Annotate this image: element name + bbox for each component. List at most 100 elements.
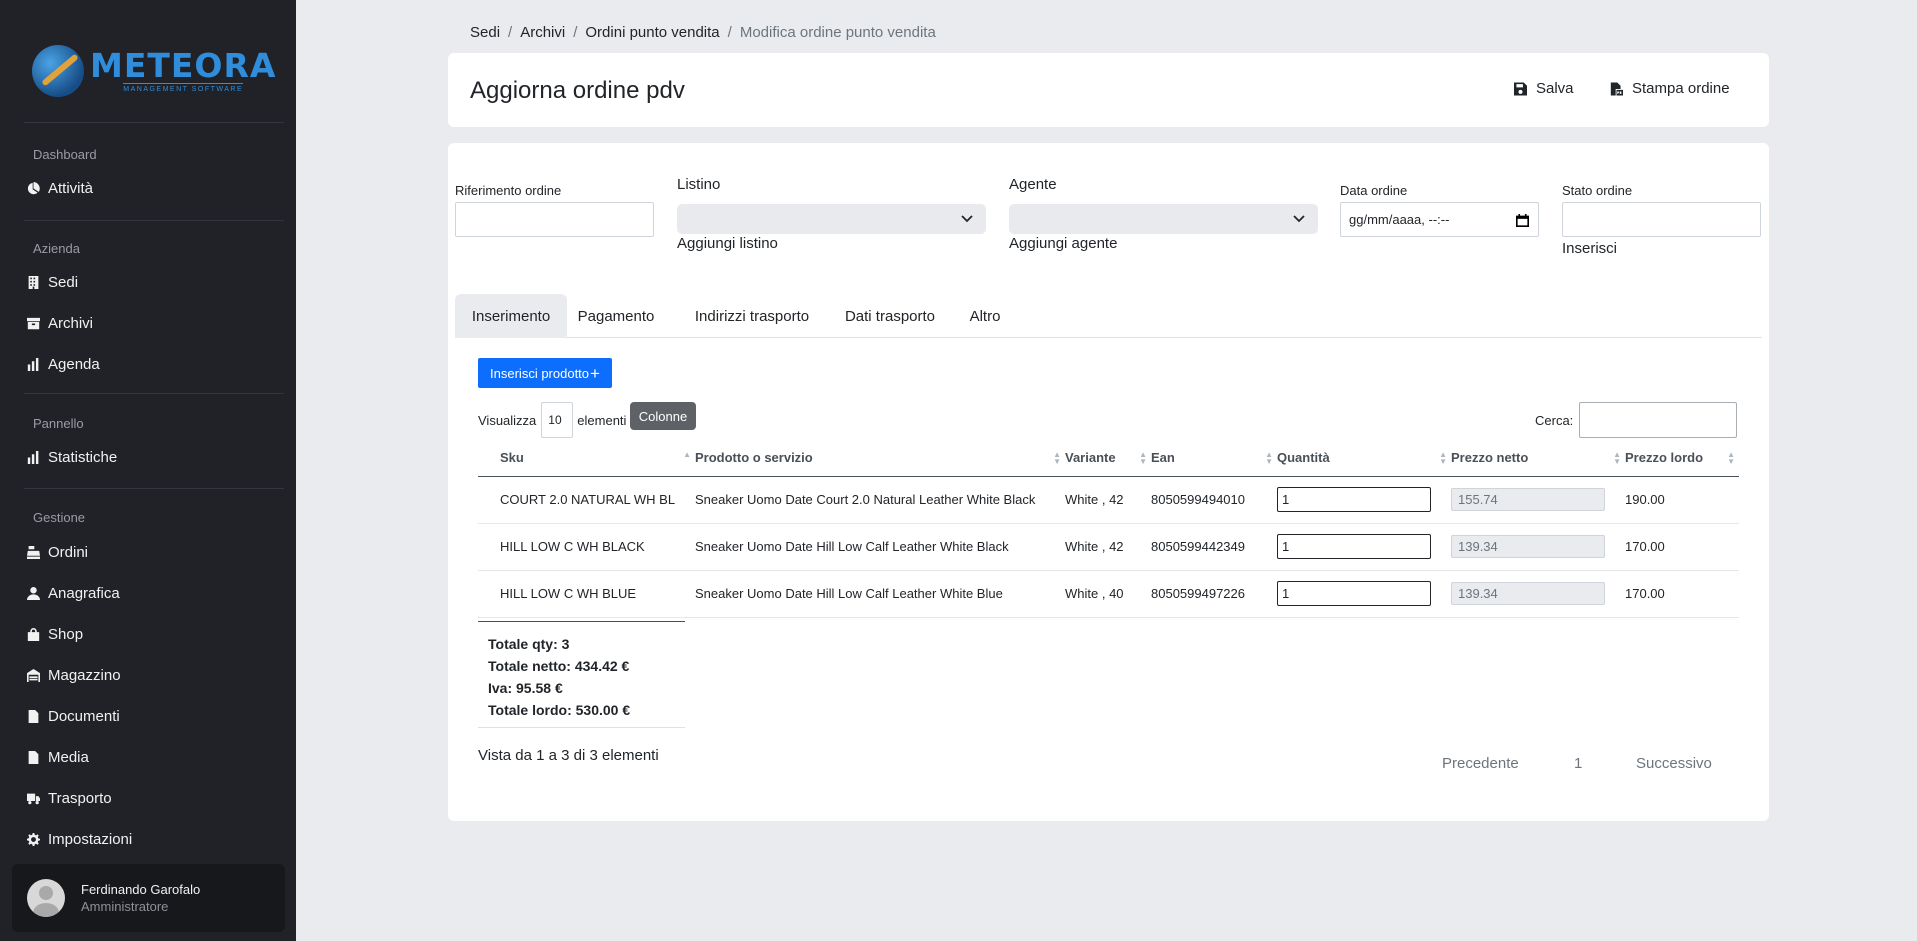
- search-input[interactable]: [1579, 402, 1738, 438]
- page-length-control: Visualizza 10 elementi: [478, 402, 626, 438]
- column-header-net-price[interactable]: Prezzo netto ▲ ▼: [1451, 440, 1625, 477]
- sidebar-item-anagrafica[interactable]: Anagrafica: [27, 581, 120, 605]
- tab-indirizzi-trasporto[interactable]: Indirizzi trasporto: [687, 294, 817, 338]
- print-order-button[interactable]: Stampa ordine: [1610, 80, 1730, 97]
- cell-product: Sneaker Uomo Date Hill Low Calf Leather …: [695, 570, 1065, 618]
- sidebar-item-shop[interactable]: Shop: [27, 622, 83, 646]
- insert-product-button[interactable]: Inserisci prodotto +: [478, 358, 612, 388]
- sidebar-item-label: Shop: [48, 625, 84, 643]
- sidebar-item-label: Ordini: [48, 543, 89, 561]
- reference-label: Riferimento ordine: [455, 183, 562, 198]
- sidebar-item-media[interactable]: Media: [27, 745, 89, 769]
- sidebar-item-agenda[interactable]: Agenda: [27, 352, 100, 376]
- save-button[interactable]: Salva: [1514, 80, 1574, 97]
- sidebar-item-label: Attività: [48, 179, 94, 197]
- calendar-icon[interactable]: [1516, 214, 1529, 227]
- sidebar-item-archivi[interactable]: Archivi: [27, 311, 93, 335]
- pagination-page-1[interactable]: 1: [1574, 755, 1582, 772]
- pagination-next[interactable]: Successivo: [1636, 755, 1712, 772]
- sidebar-item-label: Statistiche: [48, 448, 118, 466]
- net-price-input: 139.34: [1451, 582, 1605, 605]
- column-header-ean[interactable]: Ean ▲ ▼: [1151, 440, 1277, 477]
- insert-product-label: Inserisci prodotto: [490, 365, 590, 381]
- sort-icon: ▲ ▼: [1613, 450, 1621, 466]
- pricelist-select[interactable]: [677, 204, 986, 234]
- table-row: COURT 2.0 NATURAL WH BL Sneaker Uomo Dat…: [478, 476, 1739, 524]
- quantity-input[interactable]: 1: [1277, 487, 1431, 512]
- user-name: Ferdinando Garofalo: [81, 882, 201, 897]
- sidebar-item-label: Trasporto: [48, 789, 112, 807]
- sidebar-item-impostazioni[interactable]: Impostazioni: [27, 827, 132, 851]
- meteora-logo[interactable]: METEORA MANAGEMENT SOFTWARE: [32, 40, 275, 102]
- tab-inserimento[interactable]: Inserimento: [455, 294, 567, 338]
- bar-chart-icon: [27, 357, 40, 371]
- net-price-input: 139.34: [1451, 535, 1605, 558]
- breadcrumb-archivi[interactable]: Archivi: [520, 24, 565, 41]
- add-status-link[interactable]: Inserisci: [1562, 240, 1617, 257]
- cell-sku: HILL LOW C WH BLUE: [478, 570, 695, 618]
- order-date-input[interactable]: gg/mm/aaaa, --:--: [1340, 202, 1539, 237]
- chevron-down-icon: [961, 215, 973, 223]
- breadcrumb-ordini-punto-vendita[interactable]: Ordini punto vendita: [585, 24, 719, 41]
- column-header-sku[interactable]: Sku ▲: [478, 440, 695, 477]
- cell-gross-price: 170.00: [1625, 570, 1739, 618]
- globe-icon: [32, 45, 84, 97]
- tab-altro[interactable]: Altro: [962, 294, 1008, 338]
- cash-register-icon: [27, 545, 40, 559]
- sidebar-item-magazzino[interactable]: Magazzino: [27, 663, 121, 687]
- sort-icon: ▲ ▼: [1053, 450, 1061, 466]
- chart-pie-icon: [27, 181, 40, 195]
- order-status-input[interactable]: [1562, 202, 1761, 237]
- user-profile[interactable]: Ferdinando Garofalo Amministratore: [12, 864, 285, 932]
- column-header-variant[interactable]: Variante ▲ ▼: [1065, 440, 1151, 477]
- cell-ean: 8050599494010: [1151, 476, 1277, 524]
- breadcrumb-sedi[interactable]: Sedi: [470, 24, 500, 41]
- cell-sku: COURT 2.0 NATURAL WH BL: [478, 476, 695, 524]
- column-header-product[interactable]: Prodotto o servizio ▲ ▼: [695, 440, 1065, 477]
- sidebar-item-documenti[interactable]: Documenti: [27, 704, 120, 728]
- print-order-label: Stampa ordine: [1632, 80, 1730, 97]
- add-agent-link[interactable]: Aggiungi agente: [1009, 235, 1117, 252]
- page-length-label: Visualizza: [478, 412, 537, 428]
- sidebar-item-attivita[interactable]: Attività: [27, 176, 93, 200]
- sidebar-item-sedi[interactable]: Sedi: [27, 270, 78, 294]
- column-header-gross-price[interactable]: Prezzo lordo ▲ ▼: [1625, 440, 1739, 477]
- page-length-select[interactable]: 10: [541, 402, 574, 438]
- sidebar-item-label: Agenda: [48, 355, 100, 373]
- table-row: HILL LOW C WH BLACK Sneaker Uomo Date Hi…: [478, 523, 1739, 571]
- breadcrumb-separator: /: [727, 24, 732, 41]
- pagination-previous[interactable]: Precedente: [1442, 755, 1519, 772]
- total-vat: Iva: 95.58 €: [488, 680, 563, 696]
- header-card: Aggiorna ordine pdv Salva Stampa ordine: [448, 53, 1769, 127]
- columns-tooltip[interactable]: Colonne: [630, 402, 696, 430]
- truck-icon: [27, 792, 40, 805]
- sidebar-item-label: Magazzino: [48, 666, 121, 684]
- quantity-input[interactable]: 1: [1277, 581, 1431, 606]
- sidebar-divider: [24, 393, 284, 394]
- tab-pagamento[interactable]: Pagamento: [572, 294, 660, 338]
- user-icon: [27, 586, 40, 600]
- sidebar-item-statistiche[interactable]: Statistiche: [27, 445, 117, 469]
- table-info: Vista da 1 a 3 di 3 elementi: [478, 747, 659, 764]
- breadcrumb-separator: /: [508, 24, 513, 41]
- sidebar-item-trasporto[interactable]: Trasporto: [27, 786, 112, 810]
- reference-input[interactable]: [455, 202, 654, 237]
- order-totals: Totale qty: 3 Totale netto: 434.42 € Iva…: [478, 621, 685, 728]
- sidebar-item-ordini[interactable]: Ordini: [27, 540, 88, 564]
- tab-dati-trasporto[interactable]: Dati trasporto: [835, 294, 945, 338]
- table-search: Cerca:: [1535, 402, 1738, 438]
- warehouse-icon: [27, 668, 40, 682]
- save-button-label: Salva: [1536, 80, 1574, 97]
- total-gross: Totale lordo: 530.00 €: [488, 702, 631, 718]
- sidebar-item-label: Impostazioni: [48, 830, 133, 848]
- plus-icon: +: [590, 363, 600, 383]
- order-date-label: Data ordine: [1340, 183, 1408, 198]
- sidebar-item-label: Archivi: [48, 314, 94, 332]
- quantity-input[interactable]: 1: [1277, 534, 1431, 559]
- cell-variant: White , 42: [1065, 523, 1151, 571]
- cell-variant: White , 42: [1065, 476, 1151, 524]
- agent-select[interactable]: [1009, 204, 1318, 234]
- add-pricelist-link[interactable]: Aggiungi listino: [677, 235, 778, 252]
- breadcrumb-current: Modifica ordine punto vendita: [739, 24, 936, 41]
- column-header-quantity[interactable]: Quantità ▲ ▼: [1277, 440, 1451, 477]
